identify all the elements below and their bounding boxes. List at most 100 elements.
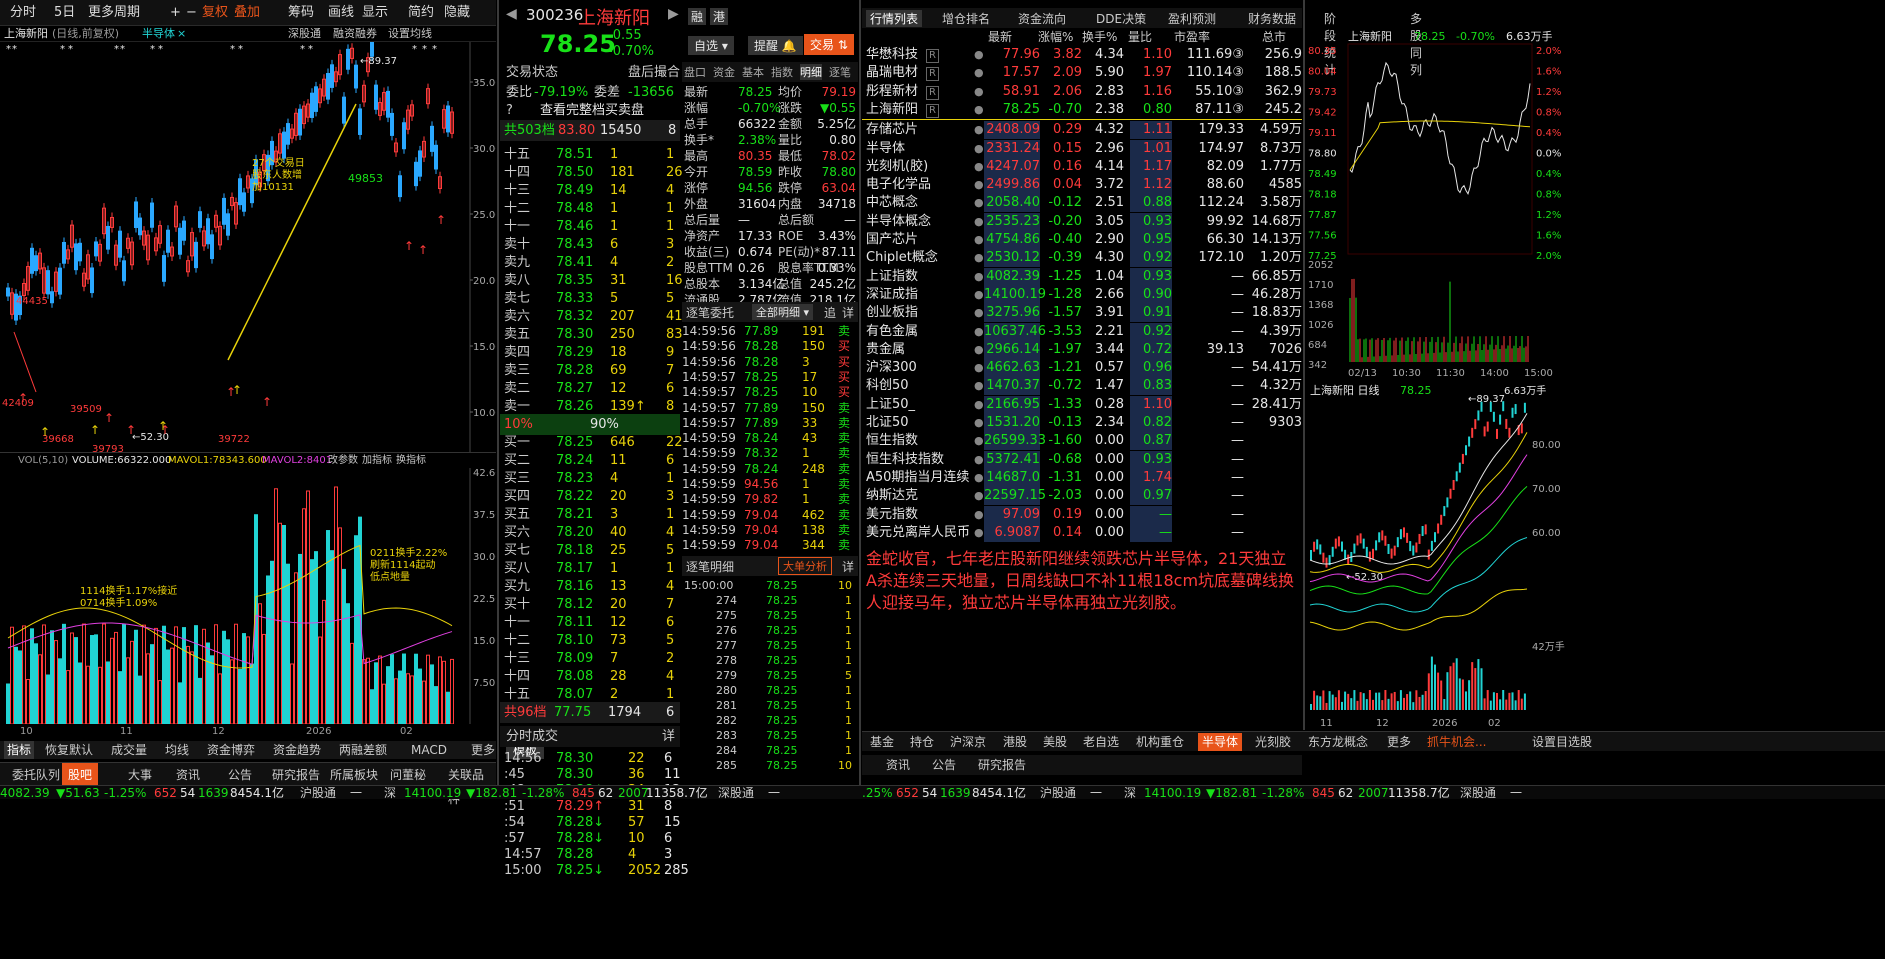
info-panel-tab[interactable]: 基本 bbox=[742, 64, 764, 80]
sector-row[interactable]: 半导体概念 ● 2535.23 -0.20 3.05 0.93 99.92 14.68万 bbox=[862, 212, 1302, 231]
sector-row[interactable]: 有色金属 ● 10637.46 -3.53 2.21 0.92—4.39万 bbox=[862, 322, 1302, 341]
sector-tab[interactable]: 持仓 bbox=[906, 733, 938, 751]
kline-header-item[interactable]: 深股通 bbox=[288, 26, 321, 42]
sector-row[interactable]: 国产芯片 ● 4754.86 -0.40 2.90 0.95 66.30 14.13万 bbox=[862, 231, 1302, 249]
big-order-button[interactable]: 大单分析 bbox=[778, 557, 832, 575]
info-panel-tab[interactable]: 资金 bbox=[713, 64, 735, 80]
sector-tab[interactable]: 美股 bbox=[1039, 733, 1071, 751]
sector-row[interactable]: 科创50 ● 1470.37 -0.72 1.47 0.83—4.32万 bbox=[862, 377, 1302, 396]
sector-row[interactable]: 美元兑离岸人民币 ● 6.9087 0.14 0.00— — bbox=[862, 523, 1302, 542]
info-tab[interactable]: 委托队列 bbox=[6, 763, 66, 787]
sector-row[interactable]: 电子化学品 ● 2499.86 0.04 3.72 1.12 88.60 4585 bbox=[862, 176, 1302, 195]
stock-row[interactable]: 上海新阳 R ● 78.25 -0.70 2.38 0.80 87.11③ 245.2 bbox=[862, 101, 1302, 119]
daily-mini-chart[interactable]: 上海新阳 日线 78.25 6.63万手←89.37←52.3080.0070.00… bbox=[1306, 380, 1576, 730]
sector-tab[interactable]: 更多 bbox=[1383, 733, 1415, 751]
sector-row[interactable]: 半导体 ● 2331.24 0.15 2.96 1.01 174.97 8.73万 bbox=[862, 139, 1302, 158]
market-tab[interactable]: DDE决策 bbox=[1096, 10, 1146, 27]
sector-row[interactable]: 美元指数 ● 97.09 0.19 0.00— — bbox=[862, 505, 1302, 524]
vol-tag[interactable]: 换指标 bbox=[396, 453, 426, 469]
kline-header-item[interactable]: 设置均线 bbox=[388, 26, 432, 42]
indicator-tab[interactable]: 均线 bbox=[158, 741, 196, 759]
sector-row[interactable]: 上证50_ ● 2166.95 -1.33 0.28 1.10—28.41万 bbox=[862, 395, 1302, 414]
indicator-tab[interactable]: MACD bbox=[398, 741, 460, 759]
next-stock-icon[interactable]: ▶ bbox=[668, 6, 679, 22]
info-panel-tab[interactable]: 指数 bbox=[771, 64, 793, 80]
sector-tab[interactable]: 老自选 bbox=[1079, 733, 1123, 751]
kline-toolbar-item[interactable]: 5日 bbox=[48, 0, 81, 26]
sector-row[interactable]: 中芯概念 ● 2058.40 -0.12 2.51 0.88 112.24 3.58万 bbox=[862, 194, 1302, 213]
sector-row[interactable]: 恒生指数 ● 26599.33 -1.60 0.00 0.87— bbox=[862, 432, 1302, 451]
info-tab[interactable]: 公告 bbox=[932, 756, 956, 773]
sector-tab[interactable]: 抓牛机会... bbox=[1423, 733, 1490, 751]
indicator-tab[interactable]: 两融差额 bbox=[332, 741, 394, 759]
l2-link[interactable]: ? 查看完整档买卖盘 bbox=[500, 100, 680, 121]
indicator-tab[interactable]: 指标 bbox=[4, 741, 34, 759]
kline-toolbar-item[interactable]: 筹码 bbox=[282, 0, 320, 26]
sector-row[interactable]: 北证50 ● 1531.20 -0.13 2.34 0.82—9303 bbox=[862, 414, 1302, 432]
indicator-tab[interactable]: 资金博弈 bbox=[200, 741, 262, 759]
sector-tab[interactable]: 基金 bbox=[866, 733, 898, 751]
info-tab[interactable]: 所属板块 bbox=[324, 763, 384, 787]
kline-header-item[interactable]: 融资融券 bbox=[333, 26, 377, 42]
sector-tab[interactable]: 沪深京 bbox=[946, 733, 990, 751]
watchlist-button[interactable]: 自选 ▾ bbox=[688, 36, 734, 55]
kline-toolbar-item[interactable]: 画线 bbox=[322, 0, 360, 26]
info-tab[interactable]: 资讯 bbox=[886, 756, 910, 773]
sector-row[interactable]: 上证指数 ● 4082.39 -1.25 1.04 0.93—66.85万 bbox=[862, 267, 1302, 286]
sector-row[interactable]: 恒生科技指数 ● 5372.41 -0.68 0.00 0.93— bbox=[862, 450, 1302, 469]
kline-toolbar-item[interactable]: 隐藏 bbox=[438, 0, 476, 26]
kline-toolbar-item[interactable] bbox=[144, 0, 156, 26]
volume-chart[interactable]: 42.60 37.50 30.00 22.50 15.00 7.50 1114换手1.17%… bbox=[0, 468, 496, 724]
kline-toolbar-item[interactable]: 简约 bbox=[402, 0, 440, 26]
kline-toolbar-item[interactable]: 显示 bbox=[356, 0, 394, 26]
close-icon[interactable]: × bbox=[177, 26, 186, 42]
sector-tab[interactable]: 设置目选股 bbox=[1528, 733, 1596, 751]
sector-row[interactable]: 光刻机(胶) ● 4247.07 0.16 4.14 1.17 82.09 1.77万 bbox=[862, 157, 1302, 176]
market-tab[interactable]: 行情列表 bbox=[866, 10, 923, 27]
sector-row[interactable]: Chiplet概念 ● 2530.12 -0.39 4.30 0.92 172.10 1.20… bbox=[862, 249, 1302, 268]
sector-row[interactable]: 纳斯达克 ● 22597.15 -2.03 0.00 0.97— bbox=[862, 487, 1302, 506]
indicator-tab[interactable]: 恢复默认 bbox=[38, 741, 100, 759]
info-panel-tab[interactable]: 逐笔 bbox=[829, 64, 851, 80]
market-tab[interactable]: 增仓排名 bbox=[942, 10, 990, 27]
indicator-tab[interactable]: 资金趋势 bbox=[266, 741, 328, 759]
sector-tab[interactable]: 港股 bbox=[999, 733, 1031, 751]
kline-toolbar-item[interactable]: 分时 bbox=[4, 0, 42, 26]
sector-row[interactable]: 存储芯片 ● 2408.09 0.29 4.32 1.11 179.33 4.59万 bbox=[862, 121, 1302, 140]
market-tab[interactable]: 资金流向 bbox=[1018, 10, 1066, 27]
order-tag[interactable]: 追 bbox=[824, 304, 836, 321]
info-panel-tab[interactable]: 盘口 bbox=[684, 64, 706, 80]
sector-tab[interactable]: 东方龙概念 bbox=[1304, 733, 1372, 751]
info-tab[interactable]: 大事 bbox=[122, 763, 158, 787]
intraday-mini-chart[interactable]: 上海新阳 78.25 -0.70% 6.63万手 80.35 2.0% 80.04 1.6% 7… bbox=[1306, 30, 1576, 380]
sector-row[interactable]: 深证成指 ● 14100.19 -1.28 2.66 0.90—46.28万 bbox=[862, 285, 1302, 304]
kline-chart[interactable]: 35.0030.0025.0020.0015.0010.005.000.00-5… bbox=[0, 42, 496, 452]
sector-row[interactable]: 创业板指 ● 3275.96 -1.57 3.91 0.91—18.83万 bbox=[862, 304, 1302, 323]
info-tab[interactable]: 研究报告 bbox=[978, 756, 1026, 773]
stock-row[interactable]: 彤程新材 R ● 58.91 2.06 2.83 1.16 55.10③ 362.9 bbox=[862, 83, 1302, 101]
info-panel-tab[interactable]: 明细 bbox=[800, 64, 822, 80]
order-select[interactable]: 全部明细 ▾ bbox=[752, 304, 814, 320]
vol-tag[interactable]: 改参数 bbox=[328, 453, 358, 469]
sector-tab[interactable]: 光刻胶 bbox=[1251, 733, 1295, 751]
kline-toolbar-item[interactable]: 叠加 bbox=[228, 0, 266, 26]
info-tab[interactable]: 关联品种 bbox=[442, 763, 496, 806]
info-tab[interactable]: 研究报告 bbox=[266, 763, 326, 787]
sector-tab[interactable]: 机构重仓 bbox=[1132, 733, 1188, 751]
kline-concept[interactable]: 半导体 bbox=[142, 26, 175, 42]
info-tab[interactable]: 问董秘 bbox=[384, 763, 432, 787]
sector-row[interactable]: 贵金属 ● 2966.14 -1.97 3.44 0.72 39.13 7026 bbox=[862, 340, 1302, 359]
detail-more[interactable]: 详 bbox=[842, 558, 854, 575]
alert-button[interactable]: 提醒 🔔 bbox=[748, 36, 803, 55]
info-tab[interactable]: 公告 bbox=[222, 763, 258, 787]
trade-button[interactable]: 交易 ⇅ bbox=[804, 34, 854, 55]
kline-toolbar-item[interactable]: 更多周期 bbox=[82, 0, 146, 26]
sector-row[interactable]: A50期指当月连续 ● 14687.0 -1.31 0.00 1.74— bbox=[862, 468, 1302, 487]
stock-row[interactable]: 华懋科技 R ● 77.96 3.82 4.34 1.10 111.69③ 256.9 bbox=[862, 46, 1302, 64]
market-tab[interactable]: 盈利预测 bbox=[1168, 10, 1216, 27]
info-tab[interactable]: 股吧 bbox=[62, 763, 99, 787]
kline-toolbar-item[interactable] bbox=[264, 0, 276, 26]
sector-row[interactable]: 沪深300 ● 4662.63 -1.21 0.57 0.96—54.41万 bbox=[862, 359, 1302, 378]
vol-tag[interactable]: 加指标 bbox=[362, 453, 392, 469]
market-tab[interactable]: 财务数据 bbox=[1248, 10, 1296, 27]
